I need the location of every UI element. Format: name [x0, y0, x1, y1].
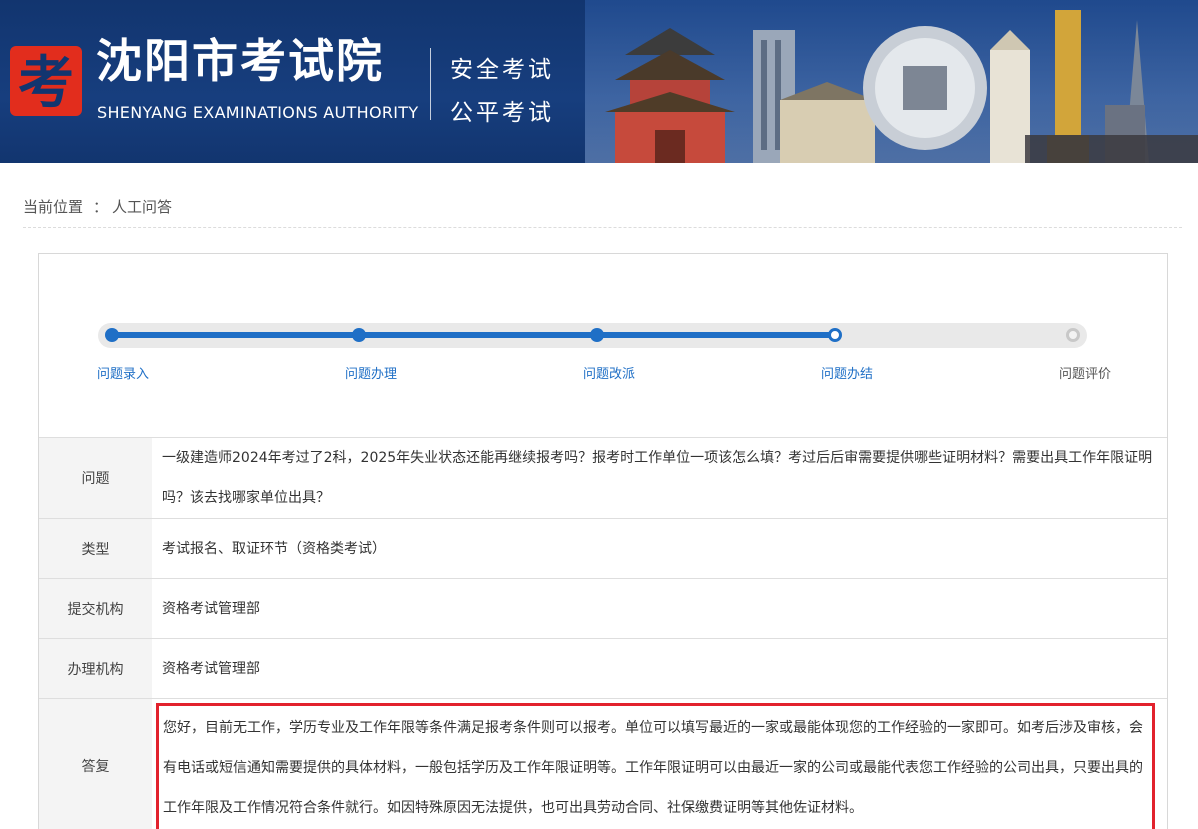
- step-label-closed: 问题办结: [821, 367, 874, 382]
- step-label-reassign: 问题改派: [583, 367, 636, 382]
- question-details-table: 问题 一级建造师2024年考过了2科，2025年失业状态还能再继续报考吗？报考时…: [39, 437, 1167, 829]
- question-text: 一级建造师2024年考过了2科，2025年失业状态还能再继续报考吗？报考时工作单…: [152, 437, 1167, 519]
- submit-org-value: 资格考试管理部: [152, 578, 1167, 639]
- step-dot-review: [1066, 328, 1080, 342]
- breadcrumb: 当前位置 ：人工问答: [23, 196, 172, 217]
- breadcrumb-divider: [23, 227, 1182, 228]
- step-dot-handling: [352, 328, 366, 342]
- question-label: 问题: [39, 437, 152, 519]
- table-row: 问题 一级建造师2024年考过了2科，2025年失业状态还能再继续报考吗？报考时…: [39, 437, 1167, 519]
- breadcrumb-current[interactable]: 人工问答: [112, 198, 172, 216]
- table-row: 办理机构 资格考试管理部: [39, 638, 1167, 699]
- type-value: 考试报名、取证环节（资格类考试）: [152, 518, 1167, 579]
- step-label-entry: 问题录入: [97, 367, 150, 382]
- site-subtitle: SHENYANG EXAMINATIONS AUTHORITY: [97, 103, 419, 122]
- kao-logo-icon: 考: [10, 46, 82, 116]
- answer-text: 您好，目前无工作，学历专业及工作年限等条件满足报考条件则可以报考。单位可以填写最…: [163, 720, 1143, 816]
- step-dot-entry: [105, 328, 119, 342]
- step-dot-reassign: [590, 328, 604, 342]
- handle-org-label: 办理机构: [39, 638, 152, 699]
- breadcrumb-separator: ：: [93, 198, 109, 216]
- header-divider: [430, 48, 431, 120]
- slogan-safe: 安全考试: [450, 57, 554, 83]
- answer-label: 答复: [39, 698, 152, 829]
- site-header: 考 沈阳市考试院 SHENYANG EXAMINATIONS AUTHORITY…: [0, 0, 1198, 163]
- answer-cell: 您好，目前无工作，学历专业及工作年限等条件满足报考条件则可以报考。单位可以填写最…: [152, 698, 1167, 829]
- step-dot-closed: [828, 328, 842, 342]
- svg-text:考: 考: [18, 51, 74, 116]
- answer-highlight: 您好，目前无工作，学历专业及工作年限等条件满足报考条件则可以报考。单位可以填写最…: [156, 703, 1155, 829]
- step-label-review: 问题评价: [1059, 367, 1112, 382]
- table-row: 提交机构 资格考试管理部: [39, 578, 1167, 639]
- city-landmarks-banner: [585, 0, 1198, 163]
- breadcrumb-prefix: 当前位置: [23, 198, 84, 216]
- handle-org-value: 资格考试管理部: [152, 638, 1167, 699]
- type-label: 类型: [39, 518, 152, 579]
- table-row: 类型 考试报名、取证环节（资格类考试）: [39, 518, 1167, 579]
- step-label-handling: 问题办理: [345, 367, 398, 382]
- site-title[interactable]: 沈阳市考试院: [96, 38, 384, 84]
- table-row: 答复 您好，目前无工作，学历专业及工作年限等条件满足报考条件则可以报考。单位可以…: [39, 698, 1167, 829]
- submit-org-label: 提交机构: [39, 578, 152, 639]
- slogan-fair: 公平考试: [450, 100, 554, 126]
- progress-fill: [111, 332, 836, 338]
